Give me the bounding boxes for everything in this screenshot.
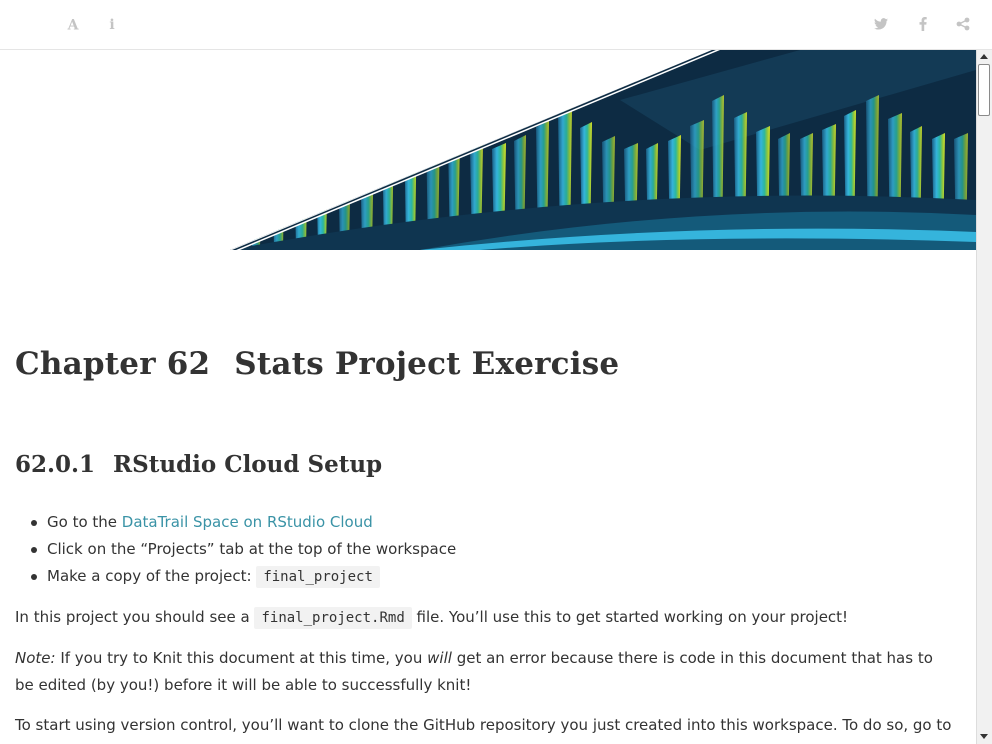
twitter-share-button[interactable]: [869, 12, 893, 36]
setup-steps-list: Go to the DataTrail Space on RStudio Clo…: [30, 511, 457, 592]
book-body: Chapter 62 Stats Project Exercise 62.0.1 R…: [0, 50, 976, 744]
scrollbar-thumb[interactable]: [978, 64, 990, 116]
banner-stripe: [294, 135, 308, 250]
section-number: 62.0.1: [15, 451, 96, 478]
chapter-number: Chapter 62: [15, 346, 211, 382]
banner-stripe: [250, 104, 262, 250]
section-title-text: RStudio Cloud Setup: [113, 451, 383, 478]
twitter-icon: [874, 18, 888, 30]
font-settings-glyph: A: [67, 18, 80, 32]
paragraph-knit-note: Note: If you try to Knit this document a…: [15, 645, 955, 699]
p2-text-a: If you try to Knit this document at this…: [55, 649, 428, 667]
section-title: 62.0.1 RStudio Cloud Setup: [15, 451, 382, 478]
chapter-banner-image: [230, 50, 976, 250]
facebook-share-button[interactable]: [911, 12, 935, 36]
paragraph-version-control: To start using version control, you’ll w…: [15, 716, 952, 734]
step-1-text: Go to the: [47, 513, 122, 531]
scroll-down-arrow-icon[interactable]: [978, 730, 990, 742]
facebook-icon: [919, 17, 927, 31]
list-item: Click on the “Projects” tab at the top o…: [30, 538, 457, 565]
list-item: Make a copy of the project: final_projec…: [30, 565, 456, 592]
scroll-up-arrow-icon[interactable]: [978, 51, 990, 63]
paragraph-project-file: In this project you should see a final_p…: [15, 604, 955, 632]
p1-suffix: file. You’ll use this to get started wor…: [411, 608, 849, 626]
share-icon: [956, 17, 970, 31]
step-2-text: Click on the “Projects” tab at the top o…: [47, 540, 457, 558]
chapter-title-text: Stats Project Exercise: [234, 346, 620, 382]
p1-prefix: In this project you should see a: [15, 608, 255, 626]
info-glyph: i: [109, 17, 114, 31]
rmd-file-code: final_project.Rmd: [254, 607, 412, 629]
will-emphasis: will: [427, 649, 452, 667]
vertical-scrollbar[interactable]: [976, 50, 992, 744]
book-toolbar: A i: [0, 0, 992, 50]
datatrail-space-link[interactable]: DataTrail Space on RStudio Cloud: [122, 513, 373, 531]
chapter-title: Chapter 62 Stats Project Exercise: [15, 346, 619, 382]
font-settings-button[interactable]: A: [61, 12, 85, 36]
info-icon: i: [109, 17, 114, 31]
final-project-code: final_project: [256, 566, 380, 588]
share-button[interactable]: [951, 12, 975, 36]
note-label: Note:: [15, 649, 56, 667]
info-button[interactable]: i: [100, 12, 124, 36]
list-item: Go to the DataTrail Space on RStudio Clo…: [30, 511, 456, 538]
step-3-text: Make a copy of the project:: [47, 567, 257, 585]
font-settings-icon: A: [67, 18, 80, 32]
